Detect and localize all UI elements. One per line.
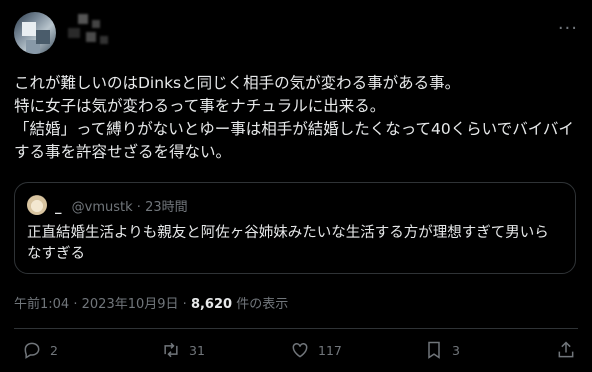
more-options-icon[interactable]: ··· (558, 18, 578, 39)
retweet-button[interactable]: 31 (161, 340, 205, 360)
reply-count: 2 (50, 342, 58, 358)
views-label: 件の表示 (236, 297, 289, 312)
author-name-blurred[interactable] (64, 14, 110, 50)
bookmark-button[interactable]: 3 (424, 340, 460, 360)
quoted-tweet[interactable]: _ @vmustk · 23時間 正直結婚生活よりも親友と阿佐ヶ谷姉妹みたいな生… (14, 182, 576, 274)
separator: · (73, 297, 78, 312)
tweet-time[interactable]: 午前1:04 (14, 297, 69, 312)
reply-button[interactable]: 2 (22, 340, 58, 360)
divider (14, 328, 578, 329)
views-count: 8,620 (190, 297, 233, 312)
quoted-tweet-text: 正直結婚生活よりも親友と阿佐ヶ谷姉妹みたいな生活する方が理想すぎて男いらなすぎる (27, 225, 549, 262)
separator: · (182, 297, 187, 312)
retweet-count: 31 (189, 342, 205, 358)
retweet-icon (164, 342, 178, 358)
quoted-author-avatar[interactable] (27, 195, 47, 215)
like-button[interactable]: 117 (290, 340, 342, 360)
separator: · (136, 200, 141, 215)
like-icon (292, 342, 308, 358)
bookmark-icon (428, 341, 440, 359)
action-bar: 2 31 117 3 (14, 340, 578, 368)
quoted-author-name[interactable]: _ (55, 200, 62, 215)
reply-icon (24, 342, 40, 359)
share-icon (558, 341, 574, 358)
share-button[interactable] (556, 340, 576, 360)
tweet-text: これが難しいのはDinksと同じく相手の気が変わる事がある事。 特に女子は気が変… (14, 74, 574, 161)
tweet-meta: 午前1:04 · 2023年10月9日 · 8,620 件の表示 (14, 293, 288, 312)
bookmark-count: 3 (452, 342, 460, 358)
like-count: 117 (318, 342, 342, 358)
quoted-author-handle[interactable]: @vmustk (72, 200, 133, 215)
quoted-tweet-header: _ @vmustk · 23時間 (55, 196, 188, 215)
tweet-date[interactable]: 2023年10月9日 (82, 297, 179, 312)
quoted-tweet-time[interactable]: 23時間 (145, 200, 188, 215)
author-avatar[interactable] (14, 12, 56, 54)
